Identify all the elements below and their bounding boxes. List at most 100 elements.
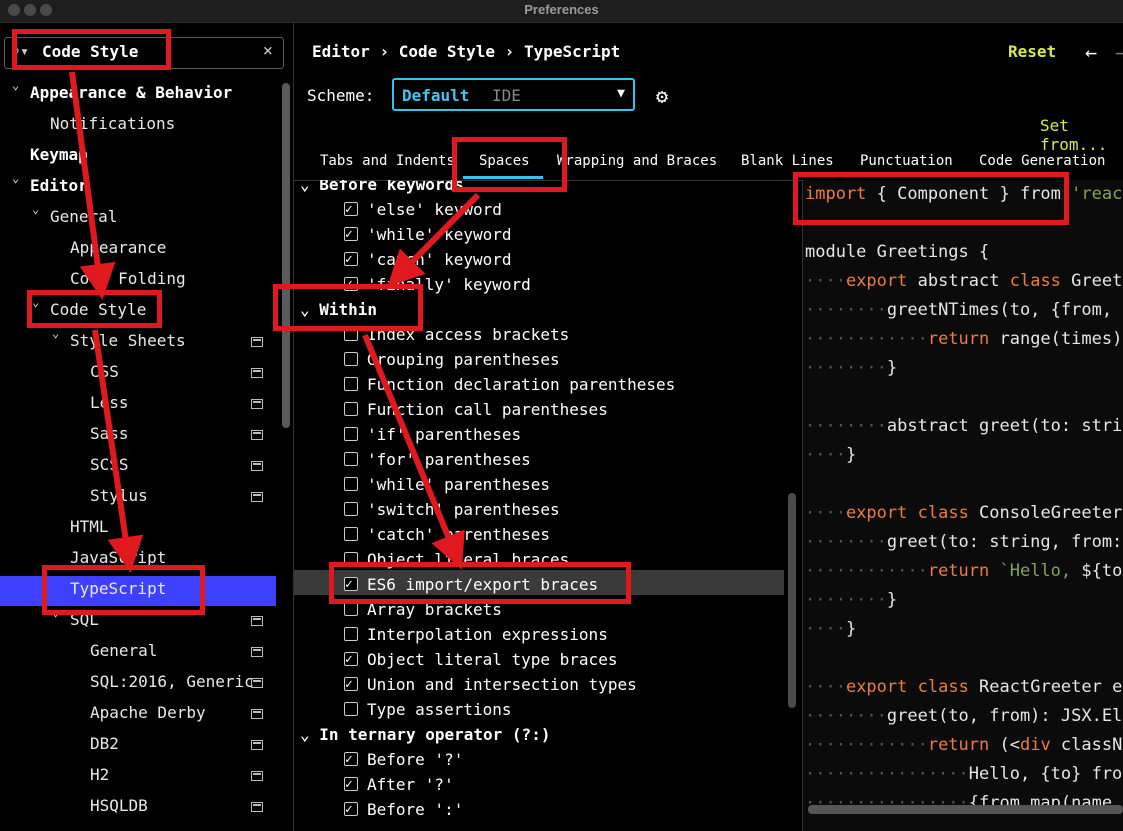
- tree-item-notifications[interactable]: Notifications: [50, 111, 175, 137]
- checkbox[interactable]: [344, 772, 358, 797]
- tree-item-general[interactable]: General: [50, 204, 117, 230]
- checkbox[interactable]: [344, 672, 358, 697]
- tab-punctuation[interactable]: Punctuation: [860, 153, 953, 169]
- option-function-call-parentheses[interactable]: Function call parentheses: [344, 397, 784, 422]
- checkbox[interactable]: [344, 647, 358, 672]
- chevron-down-icon[interactable]: ⌄: [12, 171, 19, 185]
- option-while-parentheses[interactable]: 'while' parentheses: [344, 472, 784, 497]
- option-after[interactable]: After '?': [344, 772, 784, 797]
- option-before[interactable]: Before '?': [344, 747, 784, 772]
- option-group-before-keywords[interactable]: ⌄ Before keywords: [300, 180, 464, 197]
- tree-item-code-folding[interactable]: Code Folding: [70, 266, 186, 292]
- chevron-down-icon: ▼: [617, 86, 625, 101]
- tree-item-css[interactable]: CSS: [90, 359, 119, 385]
- option-label: 'catch' keyword: [367, 250, 512, 269]
- code-line: ····export abstract class Greeter {: [805, 267, 1123, 296]
- reset-link[interactable]: Reset: [1008, 42, 1056, 61]
- tree-item-appearance[interactable]: Appearance: [70, 235, 166, 261]
- tree-item-hsqldb[interactable]: HSQLDB: [90, 793, 148, 819]
- code-token: abstract greet(to: string: [886, 416, 1123, 436]
- options-scrollbar[interactable]: [788, 493, 796, 708]
- back-arrow-icon[interactable]: ←: [1085, 40, 1097, 64]
- option-before[interactable]: Before ':': [344, 797, 784, 822]
- tree-item-general[interactable]: General: [90, 638, 157, 664]
- tab-code-generation[interactable]: Code Generation: [979, 153, 1105, 169]
- tab-tabs-and-indents[interactable]: Tabs and Indents: [320, 153, 455, 169]
- tree-item-scss[interactable]: SCSS: [90, 452, 129, 478]
- option-union-and-intersection-types[interactable]: Union and intersection types: [344, 672, 784, 697]
- checkbox[interactable]: [344, 797, 358, 822]
- tree-item-editor[interactable]: Editor: [30, 173, 88, 199]
- checkbox[interactable]: [344, 247, 358, 272]
- code-token: div: [1019, 735, 1051, 755]
- option-interpolation-expressions[interactable]: Interpolation expressions: [344, 622, 784, 647]
- option-for-parentheses[interactable]: 'for' parentheses: [344, 447, 784, 472]
- option-while-keyword[interactable]: 'while' keyword: [344, 222, 784, 247]
- tree-item-db2[interactable]: DB2: [90, 731, 119, 757]
- tree-item-stylus[interactable]: Stylus: [90, 483, 148, 509]
- checkbox[interactable]: [344, 452, 358, 466]
- tree-item-style-sheets[interactable]: Style Sheets: [70, 328, 186, 354]
- forward-arrow-icon[interactable]: →: [1115, 40, 1123, 64]
- tree-item-sql-2016-generic[interactable]: SQL:2016, Generic: [90, 669, 254, 695]
- option-label: After '?': [367, 775, 454, 794]
- preview-horizontal-scrollbar[interactable]: [808, 805, 1123, 814]
- code-token: return: [927, 329, 990, 349]
- clear-search-icon[interactable]: ×: [263, 41, 273, 61]
- option-group-in-ternary-operator[interactable]: ⌄ In ternary operator (?:): [300, 722, 550, 747]
- option-grouping-parentheses[interactable]: Grouping parentheses: [344, 347, 784, 372]
- tree-item-sass[interactable]: Sass: [90, 421, 129, 447]
- option-if-parentheses[interactable]: 'if' parentheses: [344, 422, 784, 447]
- option-else-keyword[interactable]: 'else' keyword: [344, 197, 784, 222]
- option-type-assertions[interactable]: Type assertions: [344, 697, 784, 722]
- code-token: class: [1009, 271, 1061, 291]
- option-catch-keyword[interactable]: 'catch' keyword: [344, 247, 784, 272]
- code-token: module Greetings {: [805, 242, 990, 262]
- code-token: Hello, {to} from: [968, 764, 1123, 784]
- option-catch-parentheses[interactable]: 'catch' parentheses: [344, 522, 784, 547]
- checkbox[interactable]: [344, 702, 358, 716]
- whitespace-dots: ········: [805, 532, 887, 552]
- option-label: Object literal type braces: [367, 650, 618, 669]
- checkbox[interactable]: [344, 502, 358, 516]
- checkbox[interactable]: [344, 627, 358, 641]
- tree-item-keymap[interactable]: Keymap: [30, 142, 88, 168]
- checkbox[interactable]: [344, 352, 358, 366]
- tab-wrapping-and-braces[interactable]: Wrapping and Braces: [557, 153, 717, 169]
- chevron-down-icon[interactable]: ⌄: [12, 78, 19, 92]
- code-line: ····}: [805, 441, 856, 470]
- checkbox[interactable]: [344, 222, 358, 247]
- checkbox[interactable]: [344, 402, 358, 416]
- whitespace-dots: ········: [805, 358, 887, 378]
- chevron-down-icon[interactable]: ⌄: [52, 326, 59, 340]
- tree-item-apache-derby[interactable]: Apache Derby: [90, 700, 206, 726]
- gear-icon[interactable]: ⚙: [656, 84, 668, 108]
- code-token: }: [886, 358, 898, 378]
- chevron-down-icon[interactable]: ⌄: [300, 180, 319, 194]
- scheme-sub: IDE: [492, 86, 521, 105]
- chevron-down-icon[interactable]: ⌄: [300, 725, 319, 744]
- checkbox[interactable]: [344, 602, 358, 616]
- checkbox[interactable]: [344, 377, 358, 391]
- tree-scrollbar[interactable]: [282, 83, 290, 428]
- project-scheme-icon: [251, 740, 263, 750]
- checkbox[interactable]: [344, 477, 358, 491]
- scheme-select[interactable]: Default IDE ▼: [392, 78, 635, 111]
- option-object-literal-type-braces[interactable]: Object literal type braces: [344, 647, 784, 672]
- tab-blank-lines[interactable]: Blank Lines: [741, 153, 834, 169]
- chevron-down-icon[interactable]: ⌄: [32, 202, 39, 216]
- whitespace-dots: ····: [805, 445, 846, 465]
- tree-item-less[interactable]: Less: [90, 390, 129, 416]
- checkbox[interactable]: [344, 197, 358, 222]
- scheme-label: Scheme:: [307, 86, 375, 105]
- checkbox[interactable]: [344, 527, 358, 541]
- option-function-declaration-parentheses[interactable]: Function declaration parentheses: [344, 372, 784, 397]
- annotation-box-search: [12, 29, 171, 70]
- option-switch-parentheses[interactable]: 'switch' parentheses: [344, 497, 784, 522]
- code-line: ········}: [805, 586, 897, 615]
- checkbox[interactable]: [344, 427, 358, 441]
- tree-item-html[interactable]: HTML: [70, 514, 109, 540]
- checkbox[interactable]: [344, 747, 358, 772]
- tree-item-h2[interactable]: H2: [90, 762, 109, 788]
- tree-item-appearance-behavior[interactable]: Appearance & Behavior: [30, 80, 232, 106]
